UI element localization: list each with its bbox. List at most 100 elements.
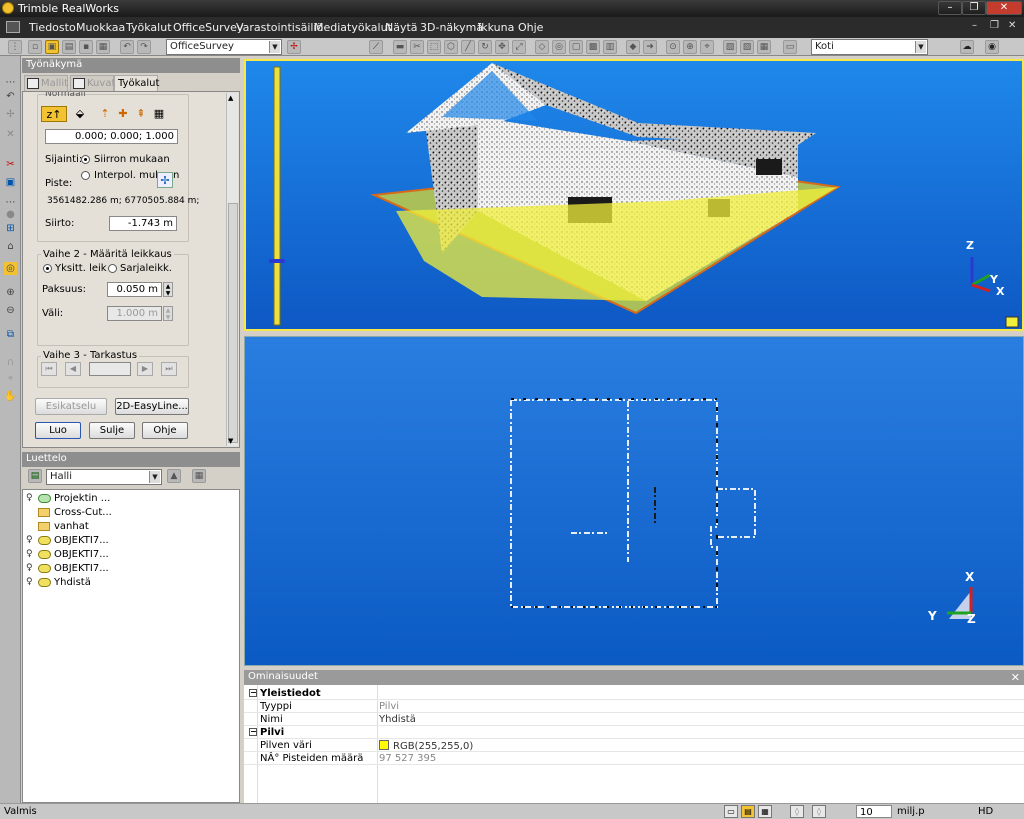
by-offset-radio[interactable]	[81, 155, 90, 164]
select-icon[interactable]: ▣	[4, 176, 17, 189]
bulb-icon[interactable]: ♀	[26, 535, 33, 546]
segment-icon[interactable]: ▬	[393, 40, 407, 54]
single-view-icon[interactable]: ▭	[724, 805, 738, 818]
scroll-down-icon[interactable]: ▼	[228, 437, 233, 445]
preview-button[interactable]: Esikatselu	[35, 398, 107, 415]
image-icon[interactable]: ▧	[723, 40, 737, 54]
bulb-icon[interactable]: ♀	[26, 493, 33, 504]
bulb-icon[interactable]: ♀	[26, 549, 33, 560]
rotate-icon[interactable]: ↻	[478, 40, 492, 54]
menu-storage-tank[interactable]: Varastointisäiliö	[236, 21, 323, 34]
grid-icon[interactable]: ▦	[757, 40, 771, 54]
thickness-stepper[interactable]: ▲ ▼	[163, 282, 173, 297]
list-view-icon[interactable]: ▦	[192, 469, 206, 483]
scroll-thumb[interactable]	[228, 203, 238, 443]
cut-icon[interactable]: ✂	[4, 158, 17, 171]
gap-stepper[interactable]: ▲ ▼	[163, 306, 173, 321]
menu-file[interactable]: Tiedosto	[29, 21, 76, 34]
sphere-icon[interactable]: ●	[4, 208, 17, 221]
doc-minimize-button[interactable]: –	[972, 20, 977, 31]
help-button[interactable]: Ohje	[142, 422, 188, 439]
normal-vector-field[interactable]: 0.000; 0.000; 1.000	[45, 129, 178, 144]
collapse-icon[interactable]: −	[249, 728, 257, 736]
menu-edit[interactable]: Muokkaa	[76, 21, 125, 34]
viewport-plan[interactable]: X Y Z	[244, 336, 1024, 666]
tab-images[interactable]: Kuvat	[70, 75, 115, 91]
orbit-icon[interactable]: ◎	[4, 262, 17, 275]
layer-icon[interactable]: ▨	[740, 40, 754, 54]
tab-tools[interactable]: Työkalut	[114, 75, 159, 91]
undo-icon[interactable]: ↶	[4, 90, 17, 103]
car-icon[interactable]: ◊	[790, 805, 804, 818]
next-icon[interactable]: ▶	[137, 362, 153, 376]
box-icon[interactable]: ▢	[569, 40, 583, 54]
measure-icon[interactable]: ⟋	[369, 40, 383, 54]
lock-icon[interactable]: ⧉	[4, 328, 17, 341]
cut-icon[interactable]: ✂	[410, 40, 424, 54]
close-icon[interactable]: ✕	[1011, 671, 1020, 684]
arrow-icon[interactable]: ➜	[643, 40, 657, 54]
bulb-icon[interactable]: ♀	[26, 563, 33, 574]
panel-scrollbar[interactable]: ▲ ▼	[226, 93, 238, 446]
by-interpolation-radio[interactable]	[81, 171, 90, 180]
minimize-button[interactable]: –	[938, 1, 962, 15]
thickness-field[interactable]: 0.050 m	[107, 282, 162, 297]
menu-media-tools[interactable]: Mediatyökalut	[314, 21, 392, 34]
row-name[interactable]: Nimi Yhdistä	[244, 713, 1024, 726]
render-icon[interactable]: ☁	[960, 40, 974, 54]
gap-field[interactable]: 1.000 m	[107, 306, 162, 321]
save-icon[interactable]: ▪	[79, 40, 93, 54]
scale-icon[interactable]: ⤢	[512, 40, 526, 54]
scan-icon[interactable]: ⌖	[700, 40, 714, 54]
fence-icon[interactable]: ⬚	[427, 40, 441, 54]
close-panel-button[interactable]: Sulje	[89, 422, 135, 439]
eye-icon[interactable]: ◉	[985, 40, 999, 54]
menu-3d-view[interactable]: 3D-näkymä	[420, 21, 483, 34]
mesh-icon[interactable]: ▩	[586, 40, 600, 54]
view-combo[interactable]: Koti ▼	[811, 39, 928, 55]
restore-button[interactable]: ❐	[962, 1, 986, 15]
pan-icon[interactable]: ✢	[4, 108, 17, 121]
cylinder-icon[interactable]: ◎	[552, 40, 566, 54]
normal-calc-icon[interactable]: ▦	[151, 106, 167, 122]
color-swatch[interactable]	[379, 740, 389, 750]
step-index-field[interactable]	[89, 362, 131, 376]
open-file-icon[interactable]: ▣	[45, 40, 59, 54]
offset-field[interactable]: -1.743 m	[109, 216, 177, 231]
doc-restore-button[interactable]: ❐	[990, 20, 999, 31]
folder-up-icon[interactable]: ▲	[167, 469, 181, 483]
polygon-icon[interactable]: ⬡	[444, 40, 458, 54]
fit-icon[interactable]: ⊞	[4, 222, 17, 235]
normal-cross-icon[interactable]: ✚	[115, 106, 131, 122]
station-icon[interactable]: ⊙	[666, 40, 680, 54]
pick-point-icon[interactable]: ✢	[157, 172, 173, 188]
last-icon[interactable]: ⏭	[161, 362, 177, 376]
doc-close-button[interactable]: ✕	[1008, 20, 1016, 31]
truck-icon[interactable]: ◊	[812, 805, 826, 818]
target-icon[interactable]: ⊕	[683, 40, 697, 54]
row-cloud-color[interactable]: Pilven väri RGB(255,255,0)	[244, 739, 1024, 752]
zoom-in-icon[interactable]: ⊕	[4, 286, 17, 299]
hand-icon[interactable]: ✋	[4, 390, 17, 403]
close-button[interactable]: ✕	[986, 1, 1022, 15]
easyline-button[interactable]: 2D-EasyLine...	[115, 398, 189, 415]
section-general[interactable]: − Yleistiedot	[244, 687, 1024, 700]
normal-plane-icon[interactable]: ⬙	[72, 106, 88, 122]
menu-view[interactable]: Näytä	[385, 21, 418, 34]
create-button[interactable]: Luo	[35, 422, 81, 439]
catalog-combo[interactable]: Halli ▼	[46, 469, 162, 485]
select-tool-icon[interactable]: ✢	[287, 40, 301, 54]
magnet-icon[interactable]: ∩	[4, 356, 17, 369]
system-menu-icon[interactable]	[6, 21, 20, 33]
shape-icon[interactable]: ◆	[626, 40, 640, 54]
bulb-icon[interactable]: ♀	[26, 577, 33, 588]
point-budget-field[interactable]: 10	[856, 805, 892, 818]
collapse-icon[interactable]: −	[249, 689, 257, 697]
line-icon[interactable]: ╱	[461, 40, 475, 54]
single-cut-radio[interactable]	[43, 264, 52, 273]
tab-models[interactable]: Mallit	[24, 75, 68, 91]
section-icon[interactable]: ▥	[603, 40, 617, 54]
mode-combo[interactable]: OfficeSurvey ▼	[166, 39, 282, 55]
home-icon[interactable]: ⌂	[4, 240, 17, 253]
menu-tools[interactable]: Työkalut	[126, 21, 172, 34]
